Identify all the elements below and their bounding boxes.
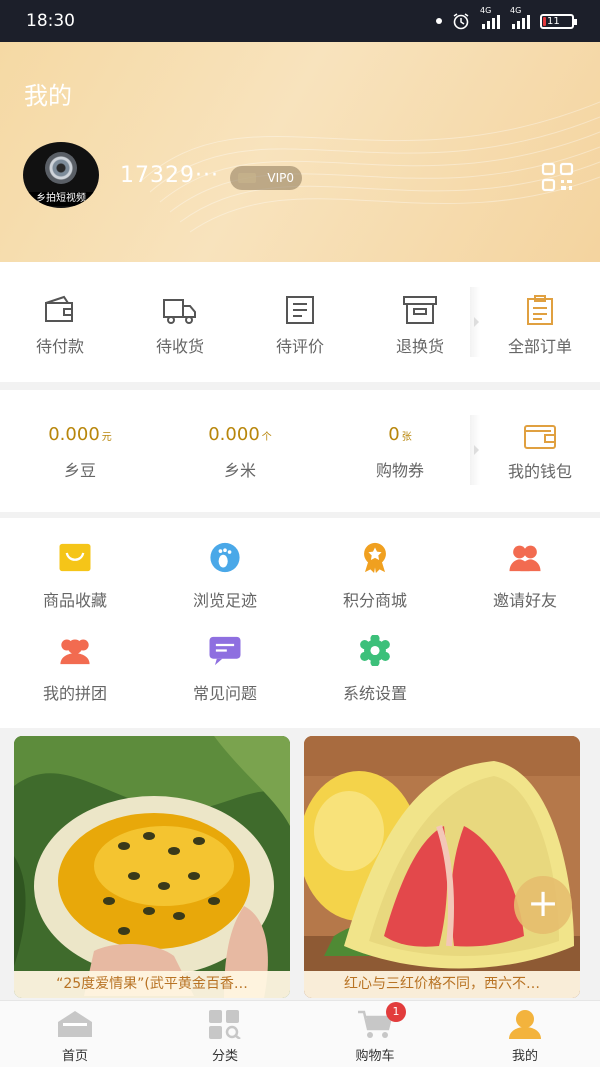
status-time: 18:30	[26, 11, 75, 31]
wallet-icon	[45, 295, 73, 322]
tab-home[interactable]: 首页	[0, 1001, 150, 1067]
shopping-bag-icon	[59, 543, 91, 572]
product-card[interactable]: + 红心与三红价格不同，西六不…	[304, 736, 580, 998]
users-icon	[509, 545, 541, 572]
tool-faq[interactable]: 常见问题	[150, 611, 300, 704]
medal-icon	[364, 542, 386, 573]
wallet-coupons[interactable]: 0张 购物券	[320, 390, 480, 512]
qr-code-icon[interactable]	[541, 162, 574, 192]
avatar-caption: 乡拍短视频	[23, 192, 99, 206]
status-icons: 4G 4G 11	[436, 6, 577, 30]
tool-label: 积分商城	[342, 591, 407, 610]
order-pending-receipt[interactable]: 待收货	[120, 262, 240, 382]
network-type: 4G	[480, 6, 492, 15]
tab-label: 首页	[61, 1049, 88, 1064]
network-type: 4G	[510, 6, 522, 15]
order-label: 退换货	[395, 337, 444, 356]
rice-value: 0.000 个	[208, 424, 272, 445]
wallet-beans[interactable]: 0.000 元 乡豆	[0, 390, 160, 512]
tab-label: 购物车	[355, 1049, 395, 1064]
pomelo-image	[304, 736, 580, 998]
status-bar: 18:30 4G 4G 11	[0, 0, 600, 42]
alarm-icon	[453, 13, 469, 30]
vip-badge[interactable]: VIP0	[230, 166, 302, 190]
order-pending-payment[interactable]: 待付款	[0, 262, 120, 382]
tool-label: 系统设置	[342, 684, 407, 703]
tool-invite-friends[interactable]: 邀请好友	[450, 518, 600, 611]
home-icon	[58, 1011, 92, 1037]
tab-label: 分类	[211, 1049, 238, 1064]
footprint-icon	[210, 542, 240, 573]
tool-label: 浏览足迹	[192, 591, 257, 610]
product-caption: 红心与三红价格不同，西六不…	[304, 971, 580, 998]
tool-group-buy[interactable]: 我的拼团	[0, 611, 150, 704]
tool-favorites[interactable]: 商品收藏	[0, 518, 150, 611]
category-icon	[209, 1010, 241, 1039]
notification-dot-icon	[436, 18, 442, 24]
tool-label: 商品收藏	[42, 591, 107, 610]
tab-label: 我的	[511, 1049, 538, 1064]
order-pending-review[interactable]: 待评价	[240, 262, 360, 382]
order-label: 待收货	[155, 337, 204, 356]
tab-cart[interactable]: 购物车 1	[300, 1001, 450, 1067]
wallet-card: 0.000 元 乡豆 0.000 个 乡米 0张 购物券 我的钱包	[0, 390, 600, 512]
product-card[interactable]: “25度爱情果”(武平黄金百香…	[14, 736, 290, 998]
tool-label: 我的拼团	[42, 684, 107, 703]
clipboard-icon	[527, 295, 553, 325]
my-wallet[interactable]: 我的钱包	[480, 390, 600, 512]
all-orders[interactable]: 全部订单	[480, 262, 600, 382]
user-phone[interactable]: 17329···	[120, 163, 219, 188]
truck-icon	[163, 299, 196, 324]
gear-icon	[360, 635, 390, 666]
tool-label: 邀请好友	[492, 591, 557, 610]
rice-label: 乡米	[223, 461, 256, 480]
wallet-label: 我的钱包	[507, 462, 572, 481]
coupons-label: 购物券	[375, 461, 424, 480]
order-label: 待评价	[275, 337, 324, 356]
page-title: 我的	[24, 82, 72, 110]
signal-icon: 4G	[510, 6, 530, 29]
group-icon	[60, 639, 90, 665]
tools-card: 商品收藏 浏览足迹 积分商城 邀请好友 我的拼团 常见问题 系统设置	[0, 518, 600, 728]
section-divider	[470, 415, 480, 485]
tool-footprints[interactable]: 浏览足迹	[150, 518, 300, 611]
battery-icon: 11	[540, 13, 577, 29]
section-divider	[470, 287, 480, 357]
wallet-rice[interactable]: 0.000 个 乡米	[160, 390, 320, 512]
cart-badge: 1	[386, 1002, 406, 1022]
review-icon	[286, 296, 314, 324]
camera-lens-icon	[45, 152, 77, 184]
product-feed: “25度爱情果”(武平黄金百香… + 红心与三红价格不同，西六不…	[14, 736, 580, 998]
tab-profile[interactable]: 我的	[450, 1001, 600, 1067]
profile-icon	[509, 1010, 541, 1039]
tool-points-mall[interactable]: 积分商城	[300, 518, 450, 611]
coupons-value: 0张	[388, 424, 412, 445]
product-caption: “25度爱情果”(武平黄金百香…	[14, 971, 290, 998]
header-wave-decoration	[139, 101, 600, 233]
bottom-tab-bar: 首页 分类 购物车 1 我的	[0, 1000, 600, 1067]
beans-value: 0.000 元	[48, 424, 112, 445]
order-label: 待付款	[35, 337, 84, 356]
order-label: 全部订单	[507, 337, 572, 356]
orders-card: 待付款 待收货 待评价 退换货 全部订单	[0, 262, 600, 382]
add-to-cart-button[interactable]: +	[514, 876, 572, 934]
return-box-icon	[403, 296, 437, 324]
beans-label: 乡豆	[63, 461, 96, 480]
tool-label: 常见问题	[192, 684, 257, 703]
avatar[interactable]: 乡拍短视频	[23, 142, 99, 208]
tab-category[interactable]: 分类	[150, 1001, 300, 1067]
battery-percent: 11	[547, 15, 560, 27]
passion-fruit-image	[14, 736, 290, 998]
chat-icon	[209, 636, 241, 666]
wallet-icon	[524, 425, 556, 449]
tool-settings[interactable]: 系统设置	[300, 611, 450, 704]
order-return-exchange[interactable]: 退换货	[360, 262, 480, 382]
profile-header: 我的 乡拍短视频 17329··· VIP0	[0, 42, 600, 262]
signal-icon: 4G	[480, 6, 500, 29]
